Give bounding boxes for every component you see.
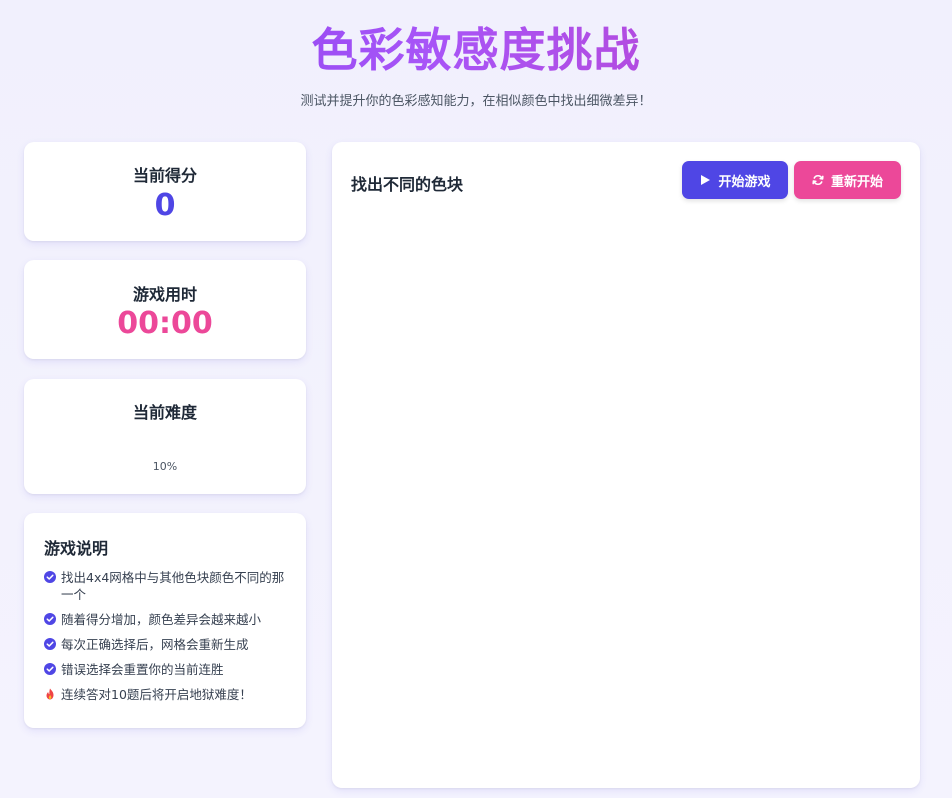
rule-text: 找出4x4网格中与其他色块颜色不同的那一个 (61, 570, 285, 602)
start-game-button[interactable]: 开始游戏 (682, 161, 788, 199)
rule-text: 错误选择会重置你的当前连胜 (61, 662, 224, 677)
fire-icon (46, 688, 54, 700)
rule-text: 连续答对10题后将开启地狱难度！ (61, 687, 252, 702)
restart-label: 重新开始 (830, 174, 883, 190)
check-circle-icon (44, 571, 56, 583)
score-label: 当前得分 (132, 166, 197, 185)
rules-card: 游戏说明 找出4x4网格中与其他色块颜色不同的那一个 随着得分增加，颜色差异会越… (24, 513, 306, 728)
rule-item: 连续答对10题后将开启地狱难度！ (44, 686, 290, 703)
start-game-label: 开始游戏 (718, 174, 771, 190)
difficulty-percent: 10% (152, 460, 178, 473)
restart-button[interactable]: 重新开始 (794, 161, 901, 199)
rule-item: 错误选择会重置你的当前连胜 (44, 661, 290, 678)
board-title: 找出不同的色块 (351, 175, 464, 194)
time-card: 游戏用时 00:00 (24, 260, 306, 359)
page-title: 色彩敏感度挑战 (0, 14, 952, 80)
rule-item: 每次正确选择后，网格会重新生成 (44, 636, 290, 653)
score-value: 0 (154, 188, 176, 223)
play-icon (701, 175, 711, 185)
difficulty-label: 当前难度 (132, 403, 197, 422)
rule-item: 找出4x4网格中与其他色块颜色不同的那一个 (44, 569, 290, 603)
difficulty-card: 当前难度 10% (24, 379, 306, 494)
score-card: 当前得分 0 (24, 142, 306, 241)
rules-title: 游戏说明 (44, 539, 109, 558)
check-circle-icon (44, 638, 56, 650)
game-board-card: 找出不同的色块 开始游戏 重新开始 (332, 142, 920, 788)
check-circle-icon (44, 613, 56, 625)
time-value: 00:00 (117, 306, 213, 341)
rules-list: 找出4x4网格中与其他色块颜色不同的那一个 随着得分增加，颜色差异会越来越小 每… (44, 569, 290, 711)
time-label: 游戏用时 (132, 285, 197, 304)
refresh-icon (812, 174, 824, 186)
color-grid[interactable] (351, 218, 901, 768)
rule-text: 随着得分增加，颜色差异会越来越小 (61, 612, 262, 627)
check-circle-icon (44, 663, 56, 675)
rule-item: 随着得分增加，颜色差异会越来越小 (44, 611, 290, 628)
page-subtitle: 测试并提升你的色彩感知能力，在相似颜色中找出细微差异！ (300, 94, 652, 109)
rule-text: 每次正确选择后，网格会重新生成 (61, 637, 249, 652)
